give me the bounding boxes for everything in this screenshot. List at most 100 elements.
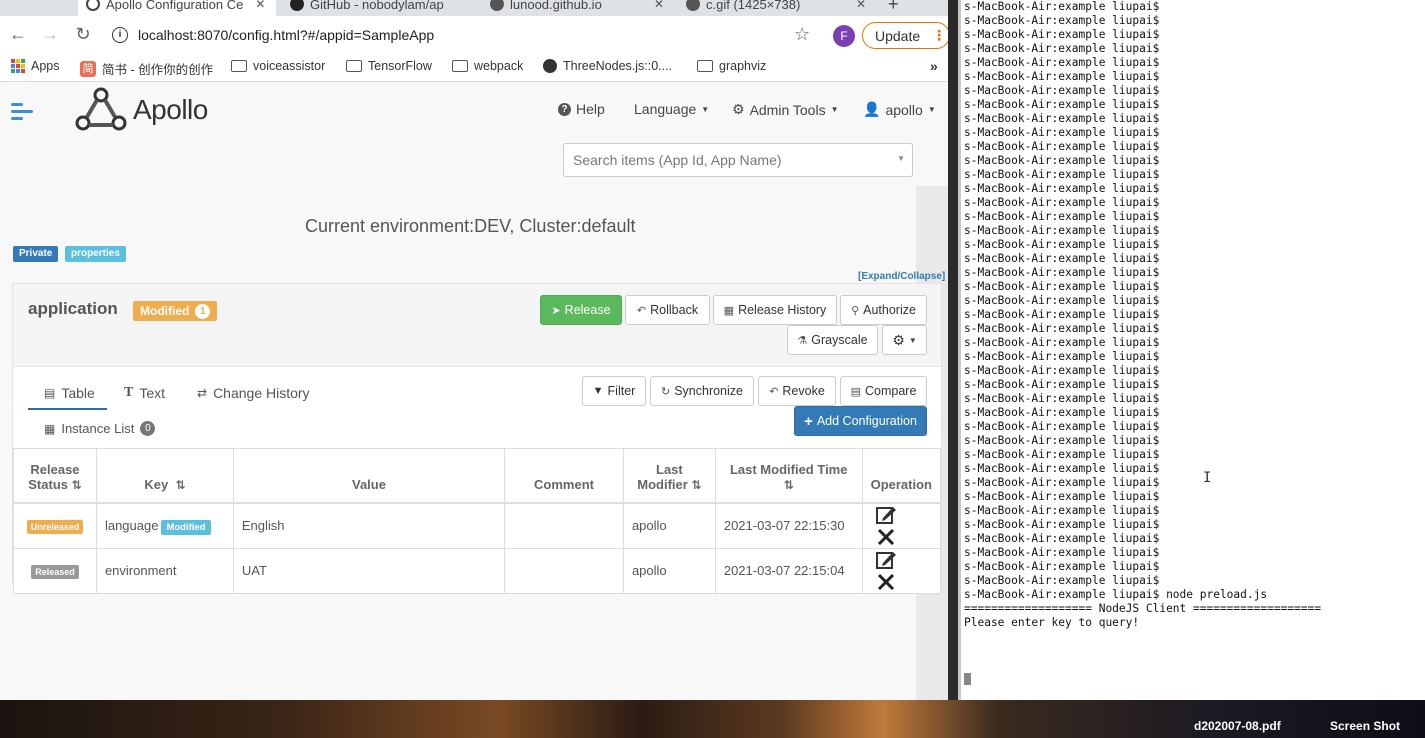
reload-icon[interactable]: ↻ [73,24,93,44]
terminal-cursor [964,673,971,685]
tab-change-history-label: Change History [213,385,310,401]
terminal-line: s-MacBook-Air:example liupai$ [964,56,1160,69]
browser-tab-apollo[interactable]: Apollo Configuration Ce ✕ [78,0,276,16]
bookmark-label: Apps [31,59,60,73]
synchronize-button[interactable]: ↻ Synchronize [650,376,754,406]
terminal-line: s-MacBook-Air:example liupai$ [964,280,1160,293]
caret-down-icon: ▼ [897,154,905,163]
close-tab-icon[interactable]: ✕ [856,0,866,11]
value-cell: English [232,502,506,549]
gear-icon: ⚙ [732,101,745,117]
folder-icon [346,60,362,72]
tab-change-history[interactable]: ⇄ Change History [197,385,310,401]
tab-title: GitHub - nobodylam/ap [310,0,444,12]
revoke-label: Revoke [782,384,825,398]
browser-tab-lunood[interactable]: lunood.github.io ✕ [482,0,672,16]
revoke-button[interactable]: ↶ Revoke [758,376,836,406]
terminal-line: s-MacBook-Air:example liupai$ [964,252,1160,265]
bookmark-voiceassistor[interactable]: voiceassistor [231,59,325,73]
gear-icon: ⚙ [892,331,905,348]
filter-button[interactable]: ▼ Filter [582,376,646,406]
bookmarks-overflow-icon[interactable]: » [930,58,938,74]
browser-tab-github[interactable]: GitHub - nobodylam/ap [282,0,478,16]
edit-icon[interactable] [875,504,897,526]
text-cursor-icon: I [1203,470,1212,486]
terminal-line: s-MacBook-Air:example liupai$ [964,14,1160,27]
terminal-window[interactable]: s-MacBook-Air:example liupai$ s-MacBook-A… [958,0,1425,700]
header-label: Comment [534,476,594,492]
desktop-file-screenshot[interactable]: Screen Shot [1330,719,1400,733]
properties-label: properties [65,246,126,262]
tab-text[interactable]: T Text [124,385,165,401]
close-tab-icon[interactable]: ✕ [654,0,664,11]
update-button[interactable]: Update ⋮ [862,22,948,49]
folder-icon [452,60,468,72]
app-search-select[interactable]: Search items (App Id, App Name) ▼ [563,143,913,177]
globe-icon [686,0,700,11]
release-button[interactable]: ➤ Release [540,295,622,325]
bookmark-star-icon[interactable]: ☆ [794,24,810,45]
address-bar[interactable]: i localhost:8070/config.html?#/appid=Sam… [112,23,434,47]
terminal-line: s-MacBook-Air:example liupai$ [964,322,1160,335]
terminal-line: s-MacBook-Air:example liupai$ [964,168,1160,181]
nav-user-dropdown[interactable]: 👤 apollo ▼ [863,101,936,118]
rollback-button[interactable]: ↶ Rollback [625,295,710,325]
header-label: Last Modifier [637,461,688,492]
compare-button[interactable]: ▤ Compare [840,376,927,406]
bookmark-graphviz[interactable]: graphviz [697,59,766,73]
close-tab-icon[interactable]: ✕ [255,0,265,11]
bookmark-tensorflow[interactable]: TensorFlow [346,59,432,73]
bookmark-threenodes[interactable]: ThreeNodes.js::0.... [543,59,672,73]
bookmark-webpack[interactable]: webpack [452,59,523,73]
forward-arrow-icon[interactable]: → [40,24,60,44]
operation-cell [861,502,942,549]
status-badge: Released [31,565,79,579]
header-last-modifier[interactable]: Last Modifier ⇅ [622,448,716,504]
terminal-line: s-MacBook-Air:example liupai$ [964,518,1160,531]
nav-language-dropdown[interactable]: Language ▼ [634,101,709,117]
header-release-status[interactable]: Release Status ⇅ [13,448,97,504]
terminal-line: s-MacBook-Air:example liupai$ [964,126,1160,139]
header-key[interactable]: Key ⇅ [95,448,234,504]
compare-label: Compare [864,384,917,398]
modifier-cell: apollo [622,547,716,594]
settings-dropdown-button[interactable]: ⚙ ▼ [882,325,927,355]
bookmark-jianshu[interactable]: 简 简书 - 创作你的创作 [80,59,213,78]
back-arrow-icon[interactable]: ← [8,24,28,44]
tab-instance-list[interactable]: ▦ Instance List 0 [44,421,156,436]
nav-help[interactable]: ? Help [558,101,605,117]
terminal-line: s-MacBook-Air:example liupai$ [964,42,1160,55]
grayscale-button[interactable]: ⚗ Grayscale [787,325,878,355]
expand-collapse-link[interactable]: [Expand/Collapse] [858,271,945,282]
plus-icon: + [804,412,813,430]
bookmark-apps[interactable]: Apps [11,59,60,73]
edit-icon[interactable] [875,549,897,571]
desktop-file-pdf[interactable]: d202007-08.pdf [1194,719,1281,733]
update-label: Update [875,27,921,44]
tab-title: c.gif (1425×738) [706,0,801,12]
header-last-modified-time[interactable]: Last Modified Time ⇅ [714,448,863,504]
tab-table[interactable]: ▤ Table [44,385,95,401]
list-icon: ▦ [44,421,56,436]
question-circle-icon: ? [558,102,571,116]
authorize-button[interactable]: ⚲ Authorize [840,295,927,325]
delete-icon[interactable] [875,571,897,593]
site-info-icon[interactable]: i [112,27,128,43]
terminal-line: s-MacBook-Air:example liupai$ [964,112,1160,125]
browser-tab-gif[interactable]: c.gif (1425×738) ✕ [678,0,874,16]
delete-icon[interactable] [875,526,897,548]
terminal-line: s-MacBook-Air:example liupai$ [964,70,1160,83]
globe-icon [490,0,504,11]
config-table: Release Status ⇅ Key ⇅ Value Comment Las… [13,448,942,594]
new-tab-button[interactable]: + [880,0,910,16]
apollo-logo[interactable]: Apollo [75,87,208,133]
add-configuration-button[interactable]: + Add Configuration [794,406,927,436]
terminal-line: s-MacBook-Air:example liupai$ [964,182,1160,195]
release-history-button[interactable]: ▦ Release History [713,295,837,325]
namespace-header: application Modified 1 ➤ Release ↶ Rollb… [13,284,941,367]
table-header-row: Release Status ⇅ Key ⇅ Value Comment Las… [13,448,942,504]
sidebar-toggle-icon[interactable] [11,101,33,121]
nav-admin-tools-dropdown[interactable]: ⚙ Admin Tools ▼ [732,101,839,118]
key-cell: language Modified [95,502,234,549]
profile-avatar[interactable]: F [833,25,855,47]
